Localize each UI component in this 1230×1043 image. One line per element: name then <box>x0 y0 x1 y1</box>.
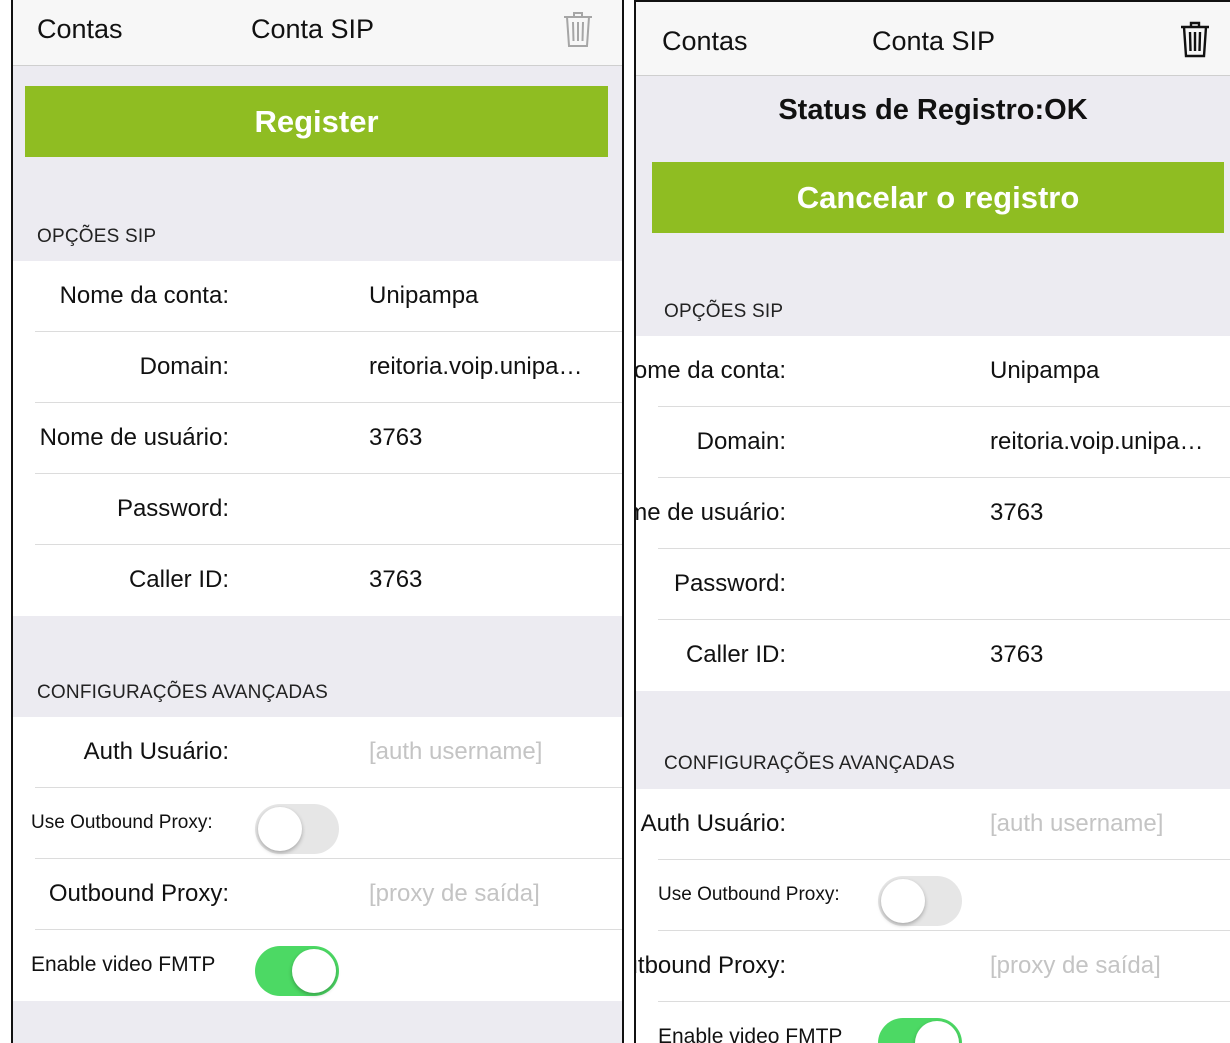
use-outbound-proxy-label: Use Outbound Proxy: <box>31 812 213 833</box>
domain-label: Domain: <box>696 428 786 455</box>
row-enable-video-fmtp: Enable video FMTP <box>13 930 622 1001</box>
outbound-proxy-label: Outbound Proxy: <box>48 880 229 907</box>
toggle-knob <box>258 807 302 851</box>
outbound-proxy-field[interactable]: [proxy de saída] <box>990 931 1161 1001</box>
advanced-settings-group: Auth Usuário: [auth username] Use Outbou… <box>13 717 622 1001</box>
caller-id-label: Caller ID: <box>685 641 786 668</box>
row-outbound-proxy[interactable]: Outbound Proxy: [proxy de saída] <box>13 859 622 930</box>
account-name-label: Nome da conta: <box>59 282 229 309</box>
caller-id-field[interactable]: 3763 <box>369 545 422 615</box>
row-caller-id[interactable]: Caller ID: 3763 <box>636 620 1230 691</box>
outbound-proxy-field[interactable]: [proxy de saída] <box>369 859 540 929</box>
back-button-contas[interactable]: Contas <box>37 14 123 45</box>
enable-video-fmtp-toggle[interactable] <box>878 1018 962 1043</box>
use-outbound-proxy-label: Use Outbound Proxy: <box>658 884 840 905</box>
auth-user-field[interactable]: [auth username] <box>369 717 542 787</box>
page-title: Conta SIP <box>251 14 375 44</box>
domain-field[interactable]: reitoria.voip.unipa… <box>369 332 582 402</box>
section-header-advanced: CONFIGURAÇÕES AVANÇADAS <box>664 753 956 774</box>
username-field[interactable]: 3763 <box>369 403 422 473</box>
row-account-name[interactable]: Nome da conta: Unipampa <box>636 336 1230 407</box>
toggle-knob <box>881 879 925 923</box>
back-button-contas[interactable]: Contas <box>662 26 748 57</box>
trash-icon[interactable] <box>563 10 593 53</box>
advanced-settings-group: Auth Usuário: [auth username] Use Outbou… <box>636 789 1230 1043</box>
account-name-field[interactable]: Unipampa <box>369 261 478 331</box>
row-account-name[interactable]: Nome da conta: Unipampa <box>13 261 622 332</box>
row-domain[interactable]: Domain: reitoria.voip.unipa… <box>636 407 1230 478</box>
section-header-sip-options: OPÇÕES SIP <box>664 301 784 322</box>
sip-options-group: Nome da conta: Unipampa Domain: reitoria… <box>13 261 622 616</box>
register-button[interactable]: Register <box>25 86 608 157</box>
row-domain[interactable]: Domain: reitoria.voip.unipa… <box>13 332 622 403</box>
row-auth-user[interactable]: Auth Usuário: [auth username] <box>636 789 1230 860</box>
row-enable-video-fmtp: Enable video FMTP <box>636 1002 1230 1043</box>
outbound-proxy-label: Outbound Proxy: <box>636 952 786 979</box>
use-outbound-proxy-toggle[interactable] <box>878 876 962 926</box>
caller-id-label: Caller ID: <box>128 566 229 593</box>
auth-user-label: Auth Usuário: <box>83 738 229 765</box>
auth-user-label: Auth Usuário: <box>640 810 786 837</box>
username-label: Nome de usuário: <box>39 424 229 451</box>
account-screen-registered: Contas Conta SIP Status de Registro:OK C… <box>634 0 1230 1043</box>
row-auth-user[interactable]: Auth Usuário: [auth username] <box>13 717 622 788</box>
row-username[interactable]: Nome de usuário: 3763 <box>13 403 622 474</box>
trash-icon[interactable] <box>1180 20 1210 63</box>
row-outbound-proxy[interactable]: Outbound Proxy: [proxy de saída] <box>636 931 1230 1002</box>
use-outbound-proxy-toggle[interactable] <box>255 804 339 854</box>
section-header-advanced: CONFIGURAÇÕES AVANÇADAS <box>37 682 329 703</box>
account-name-field[interactable]: Unipampa <box>990 336 1099 406</box>
sip-options-group: Nome da conta: Unipampa Domain: reitoria… <box>636 336 1230 691</box>
domain-label: Domain: <box>139 353 229 380</box>
enable-video-fmtp-toggle[interactable] <box>255 946 339 996</box>
caller-id-field[interactable]: 3763 <box>990 620 1043 690</box>
username-field[interactable]: 3763 <box>990 478 1043 548</box>
toggle-knob <box>915 1021 959 1043</box>
row-password[interactable]: Password: <box>13 474 622 545</box>
row-password[interactable]: Password: <box>636 549 1230 620</box>
password-label: Password: <box>673 570 786 597</box>
row-use-outbound-proxy: Use Outbound Proxy: <box>636 860 1230 931</box>
auth-user-field[interactable]: [auth username] <box>990 789 1163 859</box>
navigation-bar: Contas Conta SIP <box>636 2 1230 76</box>
row-use-outbound-proxy: Use Outbound Proxy: <box>13 788 622 859</box>
unregister-button[interactable]: Cancelar o registro <box>652 162 1224 233</box>
registration-status: Status de Registro:OK <box>778 94 1088 126</box>
section-header-sip-options: OPÇÕES SIP <box>37 226 157 247</box>
toggle-knob <box>292 949 336 993</box>
domain-field[interactable]: reitoria.voip.unipa… <box>990 407 1203 477</box>
enable-video-fmtp-label: Enable video FMTP <box>31 953 216 976</box>
enable-video-fmtp-label: Enable video FMTP <box>658 1025 843 1043</box>
navigation-bar: Contas Conta SIP <box>13 0 622 66</box>
page-title: Conta SIP <box>872 26 996 56</box>
password-label: Password: <box>116 495 229 522</box>
row-username[interactable]: Nome de usuário: 3763 <box>636 478 1230 549</box>
username-label: Nome de usuário: <box>636 499 786 526</box>
account-name-label: Nome da conta: <box>634 357 786 384</box>
account-screen-unregistered: Contas Conta SIP Register OPÇÕES SIP Nom… <box>11 0 624 1043</box>
row-caller-id[interactable]: Caller ID: 3763 <box>13 545 622 616</box>
